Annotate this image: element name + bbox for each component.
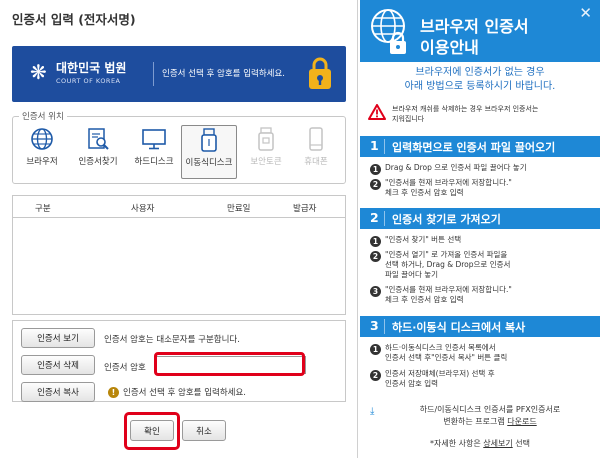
globe-icon	[31, 128, 53, 150]
step-number-badge: 1	[370, 236, 381, 247]
location-hard-disk-label: 하드디스크	[134, 157, 174, 167]
password-hint: 인증서 선택 후 암호를 입력하세요.	[123, 388, 246, 398]
pfx-download-pre: 변환하는 프로그램	[443, 417, 508, 426]
location-browser[interactable]: 브라우저	[17, 125, 67, 179]
browser-cert-guide-panel: 브라우저 인증서 이용안내 ✕ 브라우저에 인증서가 없는 경우 아래 방법으로…	[360, 0, 600, 458]
view-cert-button[interactable]: 인증서 보기	[21, 328, 95, 348]
section-3-number: 3	[370, 318, 379, 333]
step-number-badge: 1	[370, 164, 381, 175]
location-browser-label: 브라우저	[26, 157, 58, 167]
phone-icon	[309, 127, 323, 151]
location-phone: 휴대폰	[291, 125, 341, 179]
cancel-button[interactable]: 취소	[182, 420, 226, 441]
warning-icon	[368, 104, 386, 120]
cache-warning-line2: 지워집니다	[392, 115, 425, 123]
detail-link[interactable]: 상세보기	[483, 439, 512, 448]
step-text: "인증서 찾기" 버튼 선택	[385, 235, 462, 244]
cert-list-table[interactable]: 구분 사용자 만료일 발급자	[12, 195, 346, 315]
find-cert-icon	[88, 128, 109, 150]
step-text: 인증서 저장매체(브라우저) 선택 후	[385, 369, 495, 378]
col-user: 사용자	[131, 204, 155, 214]
section-1-title: 입력화면으로 인증서 파일 끌어오기	[392, 141, 556, 154]
col-type: 구분	[35, 204, 51, 214]
dialog-title: 인증서 입력 (전자서명)	[12, 12, 136, 27]
download-arrow-icon: ⤓	[370, 406, 375, 417]
confirm-button[interactable]: 확인	[130, 420, 174, 441]
cert-table-header: 구분 사용자 만료일 발급자	[13, 196, 345, 218]
step-number-badge: 2	[370, 370, 381, 381]
court-logo: ❋ 대한민국 법원 COURT OF KOREA	[30, 58, 150, 90]
step-text: 하드·이동식디스크 인증서 목록에서	[385, 343, 496, 352]
col-issuer: 발급자	[293, 204, 317, 214]
court-name-en: COURT OF KOREA	[56, 77, 121, 85]
section-2-title: 인증서 찾기로 가져오기	[392, 213, 501, 226]
detail-note: *자세한 사항은 상세보기 선택	[360, 438, 600, 449]
section-1-header: 1 입력화면으로 인증서 파일 끌어오기	[360, 136, 600, 157]
section-3-header: 3 하드·이동식 디스크에서 복사	[360, 316, 600, 337]
guide-header: 브라우저 인증서 이용안내 ✕	[360, 0, 600, 62]
location-hard-disk[interactable]: 하드디스크	[127, 125, 181, 179]
location-security-token: 보안토큰	[241, 125, 291, 179]
banner-message: 인증서 선택 후 암호를 입력하세요.	[162, 69, 285, 79]
section-2-number: 2	[370, 210, 379, 225]
step-text: 체크 후 인증서 암호 입력	[385, 188, 464, 197]
guide-intro-line1: 브라우저에 인증서가 없는 경우	[415, 67, 545, 78]
step-text: 인증서 암호 입력	[385, 379, 439, 388]
location-removable-disk-label: 이동식디스크	[185, 158, 233, 168]
step-text: 체크 후 인증서 암호 입력	[385, 295, 464, 304]
section-2-header: 2 인증서 찾기로 가져오기	[360, 208, 600, 229]
detail-pre: *자세한 사항은	[430, 439, 484, 448]
cache-warning: 브라우저 캐쉬를 삭제하는 경우 브라우저 인증서는 지워집니다	[368, 101, 592, 127]
location-security-token-label: 보안토큰	[250, 157, 282, 167]
case-sensitive-note: 인증서 암호는 대소문자를 구분합니다.	[104, 335, 240, 345]
cache-warning-line1: 브라우저 캐쉬를 삭제하는 경우 브라우저 인증서는	[392, 105, 539, 113]
pfx-download-line1: 하드/이동식디스크 인증서를 PFX인증서로	[419, 405, 561, 414]
copy-cert-button[interactable]: 인증서 복사	[21, 382, 95, 402]
download-link[interactable]: 다운로드	[507, 417, 536, 426]
lock-icon	[309, 57, 331, 89]
exclamation-icon: !	[108, 387, 119, 398]
step-text: "인증서 열기" 로 가져올 인증서 파일을	[385, 250, 508, 259]
close-icon[interactable]: ✕	[579, 4, 592, 22]
step-text: 선택 하거나, Drag & Drop으로 인증서	[385, 260, 511, 269]
cert-location-group: 인증서 위치 브라우저 인증서찾기 하드디스크 이동식디스크 보안토큰 휴대폰	[12, 110, 346, 184]
location-phone-label: 휴대폰	[304, 157, 328, 167]
step-text: 파일 끌어다 놓기	[385, 270, 439, 279]
banner-divider	[153, 62, 154, 86]
password-label: 인증서 암호	[104, 363, 146, 373]
token-icon	[258, 127, 274, 151]
cert-actions-group: 인증서 보기 인증서 암호는 대소문자를 구분합니다. 인증서 삭제 인증서 암…	[12, 320, 346, 402]
guide-title-line2: 이용안내	[420, 38, 479, 57]
password-input[interactable]	[155, 356, 306, 374]
location-find-cert-label: 인증서찾기	[78, 157, 118, 167]
col-expiry: 만료일	[227, 204, 251, 214]
location-removable-disk[interactable]: 이동식디스크	[181, 125, 237, 179]
guide-intro-line2: 아래 방법으로 등록하시기 바랍니다.	[404, 81, 556, 92]
court-emblem-icon: ❋	[30, 60, 47, 84]
usb-icon	[201, 128, 217, 152]
step-number-badge: 3	[370, 286, 381, 297]
step-text: Drag & Drop 으로 인증서 파일 끌어다 놓기	[385, 163, 527, 172]
delete-cert-button[interactable]: 인증서 삭제	[21, 355, 95, 375]
court-name: 대한민국 법원	[56, 61, 127, 75]
step-number-badge: 1	[370, 344, 381, 355]
step-text: 인증서 선택 후"인증서 복사" 버튼 클릭	[385, 353, 508, 362]
step-number-badge: 2	[370, 179, 381, 190]
section-1-number: 1	[370, 138, 379, 153]
cert-location-legend: 인증서 위치	[19, 110, 67, 122]
section-3-title: 하드·이동식 디스크에서 복사	[392, 321, 526, 334]
monitor-icon	[142, 129, 166, 150]
step-text: "인증서를 현재 브라우저에 저장합니다."	[385, 178, 512, 187]
step-text: "인증서를 현재 브라우저에 저장합니다."	[385, 285, 512, 294]
cert-input-dialog: 인증서 입력 (전자서명) ❋ 대한민국 법원 COURT OF KOREA 인…	[0, 0, 358, 458]
guide-intro: 브라우저에 인증서가 없는 경우 아래 방법으로 등록하시기 바랍니다.	[360, 66, 600, 94]
court-banner: ❋ 대한민국 법원 COURT OF KOREA 인증서 선택 후 암호를 입력…	[12, 46, 346, 102]
step-number-badge: 2	[370, 251, 381, 262]
globe-lock-icon	[371, 9, 406, 54]
location-find-cert[interactable]: 인증서찾기	[70, 125, 126, 179]
detail-post: 선택	[512, 439, 530, 448]
